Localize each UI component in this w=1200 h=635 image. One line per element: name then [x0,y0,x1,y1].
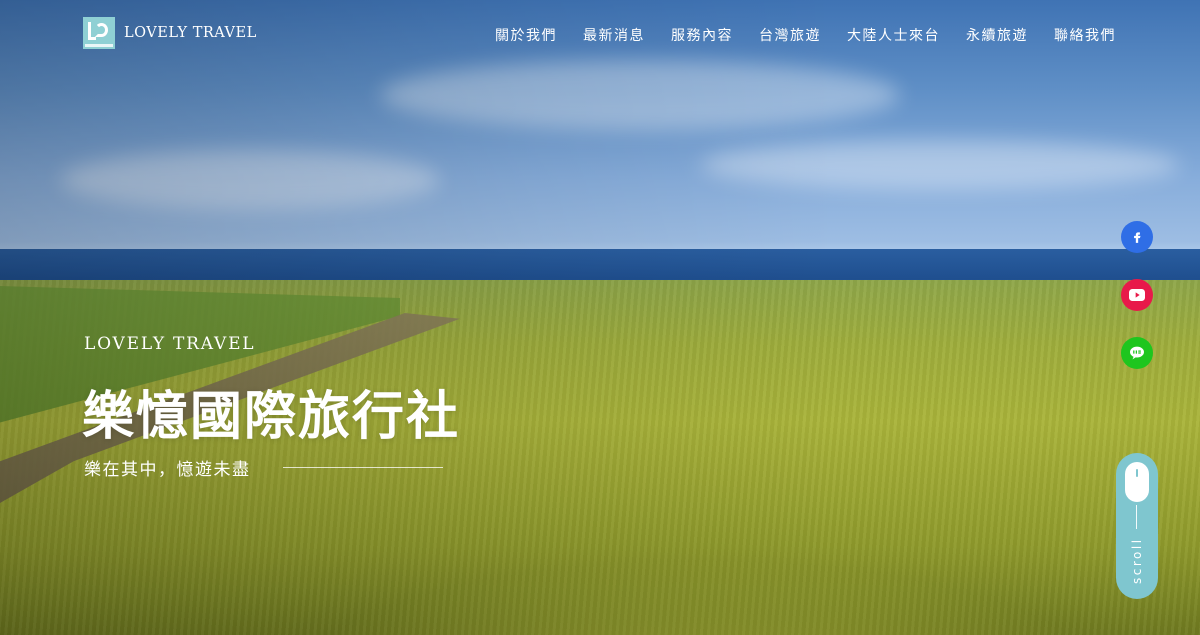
tagline-divider [282,467,443,468]
site-logo[interactable]: LOVELY TRAVEL [83,17,257,49]
nav-contact[interactable]: 聯絡我們 [1054,25,1116,45]
nav-sustainable-travel[interactable]: 永續旅遊 [966,25,1028,45]
logo-mark [83,17,115,49]
nav-news[interactable]: 最新消息 [583,25,645,45]
scroll-label: scroll [1130,537,1144,585]
hero-tagline: 樂在其中，憶遊未盡 [84,460,251,480]
hero-background [0,0,1200,635]
youtube-icon [1129,289,1145,301]
nav-taiwan-travel[interactable]: 台灣旅遊 [759,25,821,45]
hero-tagline-row: 樂在其中，憶遊未盡 [84,455,443,480]
nav-mainland-visitors[interactable]: 大陸人士來台 [847,25,940,45]
scroll-indicator[interactable]: scroll [1116,453,1158,599]
mouse-icon [1125,462,1149,502]
facebook-icon [1134,232,1141,243]
line-icon [1130,346,1144,360]
main-nav: 關於我們 最新消息 服務內容 台灣旅遊 大陸人士來台 永續旅遊 聯絡我們 [495,25,1116,45]
line-button[interactable] [1121,337,1153,369]
nav-about[interactable]: 關於我們 [495,25,557,45]
scroll-line [1136,505,1137,529]
youtube-button[interactable] [1121,279,1153,311]
nav-services[interactable]: 服務內容 [671,25,733,45]
hero-title: 樂憶國際旅行社 [82,386,461,447]
hero-eyebrow: LOVELY TRAVEL [84,334,256,354]
facebook-button[interactable] [1121,221,1153,253]
hero-overlay [0,0,1200,635]
logo-text: LOVELY TRAVEL [124,25,257,41]
